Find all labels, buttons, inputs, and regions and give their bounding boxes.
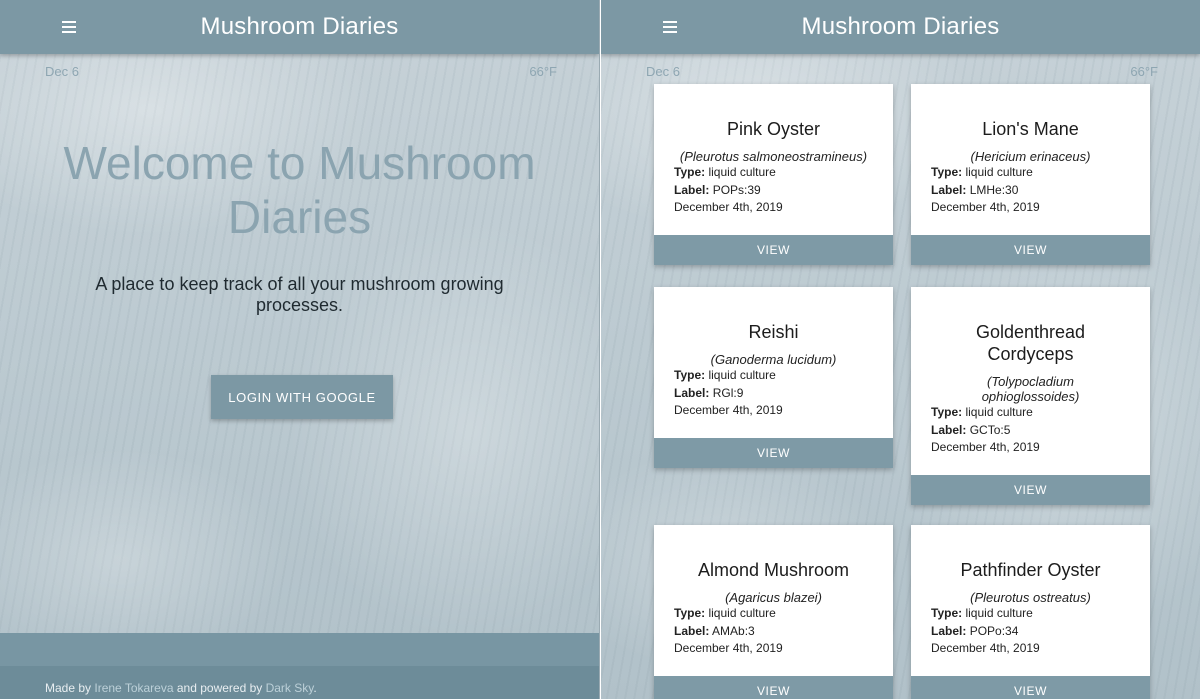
culture-type-row: Type: liquid culture xyxy=(931,164,1130,182)
culture-name: Lion's Mane xyxy=(982,119,1079,139)
culture-type: liquid culture xyxy=(708,368,776,382)
card-body: Goldenthread Cordyceps (Tolypocladium op… xyxy=(911,287,1150,475)
type-label: Type: xyxy=(674,606,706,620)
culture-label-row: Label: POPs:39 xyxy=(674,182,873,200)
label-label: Label: xyxy=(674,385,710,400)
culture-label-row: Label: AMAb:3 xyxy=(674,623,873,641)
author-link[interactable]: Irene Tokareva xyxy=(94,681,173,695)
culture-date: December 4th, 2019 xyxy=(674,200,783,214)
culture-type: liquid culture xyxy=(965,405,1033,419)
view-button[interactable]: VIEW xyxy=(911,675,1150,699)
dark-sky-link[interactable]: Dark Sky xyxy=(266,681,314,695)
culture-type: liquid culture xyxy=(708,165,776,179)
culture-name: Reishi xyxy=(748,322,799,342)
card-body: Reishi (Ganoderma lucidum) Type: liquid … xyxy=(654,287,893,438)
culture-card: Goldenthread Cordyceps (Tolypocladium op… xyxy=(911,287,1150,505)
label-label: Label: xyxy=(931,182,967,197)
type-label: Type: xyxy=(931,405,963,419)
card-body: Almond Mushroom (Agaricus blazei) Type: … xyxy=(654,525,893,676)
culture-name: Goldenthread Cordyceps xyxy=(975,322,1086,364)
culture-label: LMHe:30 xyxy=(969,182,1019,197)
current-temperature: 66°F xyxy=(1130,64,1158,79)
culture-name: Pink Oyster xyxy=(726,119,821,139)
culture-card: Lion's Mane (Hericium erinaceus) Type: l… xyxy=(911,84,1150,265)
culture-date: December 4th, 2019 xyxy=(674,641,783,655)
current-temperature: 66°F xyxy=(529,64,557,79)
footer-made-by: Made by xyxy=(45,681,95,695)
welcome-tagline: A place to keep track of all your mushro… xyxy=(95,274,504,315)
footer: Made by Irene Tokareva and powered by Da… xyxy=(0,633,599,699)
label-label: Label: xyxy=(931,623,967,638)
type-label: Type: xyxy=(674,165,706,179)
culture-scientific-name: (Pleurotus ostreatus) xyxy=(970,590,1091,605)
cultures-panel: Mushroom Diaries Dec 6 66°F Pink Oyster … xyxy=(601,0,1200,699)
culture-type-row: Type: liquid culture xyxy=(674,164,873,182)
culture-type-row: Type: liquid culture xyxy=(931,605,1130,623)
culture-name: Almond Mushroom xyxy=(697,560,850,580)
culture-card: Pathfinder Oyster (Pleurotus ostreatus) … xyxy=(911,525,1150,699)
culture-label: GCTo:5 xyxy=(969,422,1011,437)
culture-label: POPs:39 xyxy=(712,182,761,197)
culture-type: liquid culture xyxy=(965,606,1033,620)
culture-label: AMAb:3 xyxy=(712,623,755,638)
culture-label-row: Label: POPo:34 xyxy=(931,623,1130,641)
app-bar: Mushroom Diaries xyxy=(0,0,599,54)
culture-label-row: Label: GCTo:5 xyxy=(931,422,1130,440)
welcome-heading: Welcome to Mushroom Diaries xyxy=(63,137,536,243)
type-label: Type: xyxy=(931,165,963,179)
view-button[interactable]: VIEW xyxy=(911,474,1150,505)
culture-type: liquid culture xyxy=(965,165,1033,179)
footer-powered-by: and powered by xyxy=(173,681,266,695)
login-with-google-button[interactable]: LOGIN WITH GOOGLE xyxy=(211,375,393,419)
view-button[interactable]: VIEW xyxy=(911,234,1150,265)
app-bar: Mushroom Diaries xyxy=(601,0,1200,54)
culture-scientific-name: (Ganoderma lucidum) xyxy=(710,352,837,367)
label-label: Label: xyxy=(674,623,710,638)
view-button[interactable]: VIEW xyxy=(654,437,893,468)
type-label: Type: xyxy=(931,606,963,620)
footer-suffix: . xyxy=(313,681,317,695)
card-body: Pink Oyster (Pleurotus salmoneostramineu… xyxy=(654,84,893,235)
view-button[interactable]: VIEW xyxy=(654,675,893,699)
culture-card: Almond Mushroom (Agaricus blazei) Type: … xyxy=(654,525,893,699)
culture-date: December 4th, 2019 xyxy=(931,440,1040,454)
culture-card: Reishi (Ganoderma lucidum) Type: liquid … xyxy=(654,287,893,468)
current-date: Dec 6 xyxy=(45,64,79,79)
footer-credits: Made by Irene Tokareva and powered by Da… xyxy=(45,681,317,695)
culture-card: Pink Oyster (Pleurotus salmoneostramineu… xyxy=(654,84,893,265)
culture-type: liquid culture xyxy=(708,606,776,620)
app-title: Mushroom Diaries xyxy=(801,13,1000,40)
culture-label-row: Label: LMHe:30 xyxy=(931,182,1130,200)
label-label: Label: xyxy=(931,422,967,437)
welcome-panel: Mushroom Diaries Dec 6 66°F Welcome to M… xyxy=(0,0,600,699)
culture-label-row: Label: RGl:9 xyxy=(674,385,873,403)
card-body: Lion's Mane (Hericium erinaceus) Type: l… xyxy=(911,84,1150,235)
culture-scientific-name: (Agaricus blazei) xyxy=(725,590,822,605)
type-label: Type: xyxy=(674,368,706,382)
culture-date: December 4th, 2019 xyxy=(931,641,1040,655)
culture-type-row: Type: liquid culture xyxy=(674,605,873,623)
card-body: Pathfinder Oyster (Pleurotus ostreatus) … xyxy=(911,525,1150,676)
current-date: Dec 6 xyxy=(646,64,680,79)
culture-name: Pathfinder Oyster xyxy=(960,560,1101,580)
culture-type-row: Type: liquid culture xyxy=(931,404,1130,422)
label-label: Label: xyxy=(674,182,710,197)
culture-scientific-name: (Tolypocladium ophioglossoides) xyxy=(981,374,1080,404)
culture-date: December 4th, 2019 xyxy=(931,200,1040,214)
footer-band xyxy=(0,633,599,666)
culture-label: RGl:9 xyxy=(712,385,744,400)
culture-date: December 4th, 2019 xyxy=(674,403,783,417)
view-button[interactable]: VIEW xyxy=(654,234,893,265)
culture-label: POPo:34 xyxy=(969,623,1019,638)
app-title: Mushroom Diaries xyxy=(200,13,399,40)
culture-scientific-name: (Hericium erinaceus) xyxy=(970,149,1091,164)
culture-scientific-name: (Pleurotus salmoneostramineus) xyxy=(679,149,868,164)
culture-type-row: Type: liquid culture xyxy=(674,367,873,385)
